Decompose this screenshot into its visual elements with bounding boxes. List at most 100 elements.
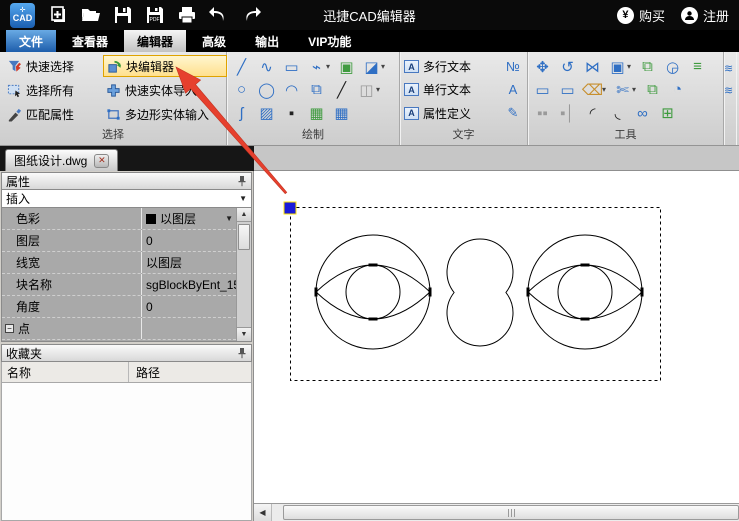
lineweight-value[interactable]: 以图层 [142,254,236,271]
ribbon-group-draw: ╱ ∿ ▭ ⌁ ▾ ▣ ◪ ▾ ○ ◯ ◠ ⧉ ╱ ◫ ▾ ʃ ▨ ▪ ▦ ▦ … [227,52,400,145]
table-icon[interactable]: ▦ [329,102,354,124]
property-category-select[interactable]: 插入 ▼ [1,190,252,208]
favorites-list[interactable] [1,383,252,521]
copy-basepoint-icon[interactable]: ⧉ [640,79,665,101]
save-icon[interactable] [111,3,135,27]
scroll-left-icon[interactable]: ◀ [254,504,272,521]
column-name[interactable]: 名称 [2,364,128,381]
add-to-block-icon[interactable]: ⊞ [655,102,680,124]
copy-rotate-icon[interactable]: ◶ [660,56,685,78]
scrollbar-thumb[interactable] [238,224,250,250]
trim-dropdown-icon[interactable]: ▾ [632,85,640,94]
menu-editor[interactable]: 编辑器 [124,30,186,52]
attribute-define-button[interactable]: A 属性定义 ✎ [400,102,527,125]
pin-icon[interactable] [237,347,247,359]
copy-entities-icon[interactable]: ⧉ [635,56,660,78]
selection-grip[interactable] [284,202,296,214]
scroll-up-icon[interactable]: ▲ [237,208,251,222]
open-file-icon[interactable] [79,3,103,27]
quick-select-button[interactable]: 快速选择 [4,55,103,77]
new-file-icon[interactable] [47,3,71,27]
cad-drawing [254,171,739,503]
buy-button[interactable]: ¥ 购买 [617,6,665,25]
pen-icon[interactable]: ╱ [329,79,354,101]
register-button[interactable]: 注册 [681,6,729,25]
align-icon[interactable]: ≡ [685,56,710,78]
document-tab[interactable]: 图纸设计.dwg ✕ [5,149,118,171]
match-properties-button[interactable]: 匹配属性 [4,103,103,125]
wipeout-dropdown-icon[interactable]: ▾ [381,62,389,71]
property-row-point: − 点 [2,318,236,340]
move-icon[interactable]: ✥ [530,56,555,78]
rectangle-tool-icon[interactable]: ▭ [530,79,555,101]
insert-block-icon[interactable]: ▣ [334,56,359,78]
chevron-down-icon: ▼ [225,214,233,223]
app-logo[interactable]: ✛ CAD [10,3,35,28]
menu-output[interactable]: 输出 [242,30,292,52]
polygon-entity-input-button[interactable]: 多边形实体输入 [103,103,227,125]
column-path[interactable]: 路径 [129,364,160,381]
sketch-icon[interactable]: ∿ [254,56,279,78]
erase-dropdown-icon[interactable]: ▾ [602,85,610,94]
spline-icon[interactable]: ʃ [229,102,254,124]
funnel-icon [7,59,22,74]
left-sidebar: 属性 插入 ▼ 色彩 以图层 ▼ 图层 0 线宽 [0,171,254,521]
rectangle-tool2-icon[interactable]: ▭ [555,79,580,101]
arc-icon[interactable]: ◠ [279,79,304,101]
pin-icon[interactable] [237,175,247,187]
multiline-text-button[interactable]: A 多行文本 № [400,55,527,78]
save-pdf-icon[interactable]: PDF [143,3,167,27]
text-edit-icon[interactable]: ✎ [503,105,523,121]
angle-value[interactable]: 0 [142,300,236,314]
redo-icon[interactable] [239,3,263,27]
text-style-icon[interactable]: A [503,82,523,97]
menu-advanced[interactable]: 高级 [189,30,239,52]
singleline-text-button[interactable]: A 单行文本 A [400,78,527,101]
rotate-icon[interactable]: ↺ [555,56,580,78]
group-circles-icon[interactable]: ∞ [630,102,655,124]
text-number-icon[interactable]: № [503,59,523,74]
array-clock-icon[interactable]: ◔ [665,79,690,101]
ribbon-group-text: A 多行文本 № A 单行文本 A A 属性定义 ✎ 文字 [400,52,528,145]
select-all-button[interactable]: 选择所有 [4,79,103,101]
xref-dropdown-icon[interactable]: ▾ [376,85,384,94]
layer-value[interactable]: 0 [142,234,236,248]
ellipse-icon[interactable]: ◯ [254,79,279,101]
scroll-down-icon[interactable]: ▼ [237,327,251,341]
paste-block-icon[interactable]: ⧉ [304,79,329,101]
drawing-canvas[interactable]: ◀ [254,171,739,521]
menu-viewer[interactable]: 查看器 [59,30,121,52]
group-label-draw: 绘制 [227,125,399,145]
property-grid-scrollbar[interactable]: ▲ ▼ [236,208,251,341]
image-icon[interactable]: ▦ [304,102,329,124]
menu-vip[interactable]: VIP功能 [295,30,364,52]
hscrollbar-thumb[interactable] [283,505,739,520]
chamfer-icon[interactable]: ◟ [605,102,630,124]
collapse-icon[interactable]: − [5,324,14,333]
rectangle-icon[interactable]: ▭ [279,56,304,78]
quick-entity-import-button[interactable]: 快速实体导入 [103,79,227,101]
region-dropdown-icon[interactable]: ▾ [627,62,635,71]
circle-icon[interactable]: ○ [229,79,254,101]
polyline-dropdown-icon[interactable]: ▾ [326,62,334,71]
print-icon[interactable] [175,3,199,27]
horizontal-scrollbar[interactable]: ◀ [254,503,739,521]
menu-bar: 文件 查看器 编辑器 高级 输出 VIP功能 [0,30,739,52]
blockname-value[interactable]: sgBlockByEnt_1598 [142,278,236,292]
mirror-icon[interactable]: ⋈ [580,56,605,78]
user-icon [681,7,698,24]
polygon-icon [106,107,121,122]
block-editor-button[interactable]: 块编辑器 [103,55,227,77]
close-tab-icon[interactable]: ✕ [94,154,109,168]
menu-file[interactable]: 文件 [6,30,56,52]
group-label-tools: 工具 [528,125,723,145]
plus-icon [106,83,121,98]
line-icon[interactable]: ╱ [229,56,254,78]
point-icon[interactable]: ▪ [279,102,304,124]
color-value-dropdown[interactable]: 以图层 ▼ [142,210,236,227]
hatch-icon[interactable]: ▨ [254,102,279,124]
undo-icon[interactable] [207,3,231,27]
disabled-tool-icon: ▪▪ [530,102,555,124]
fillet-icon[interactable]: ◜ [580,102,605,124]
eye-shape-right [527,235,644,349]
